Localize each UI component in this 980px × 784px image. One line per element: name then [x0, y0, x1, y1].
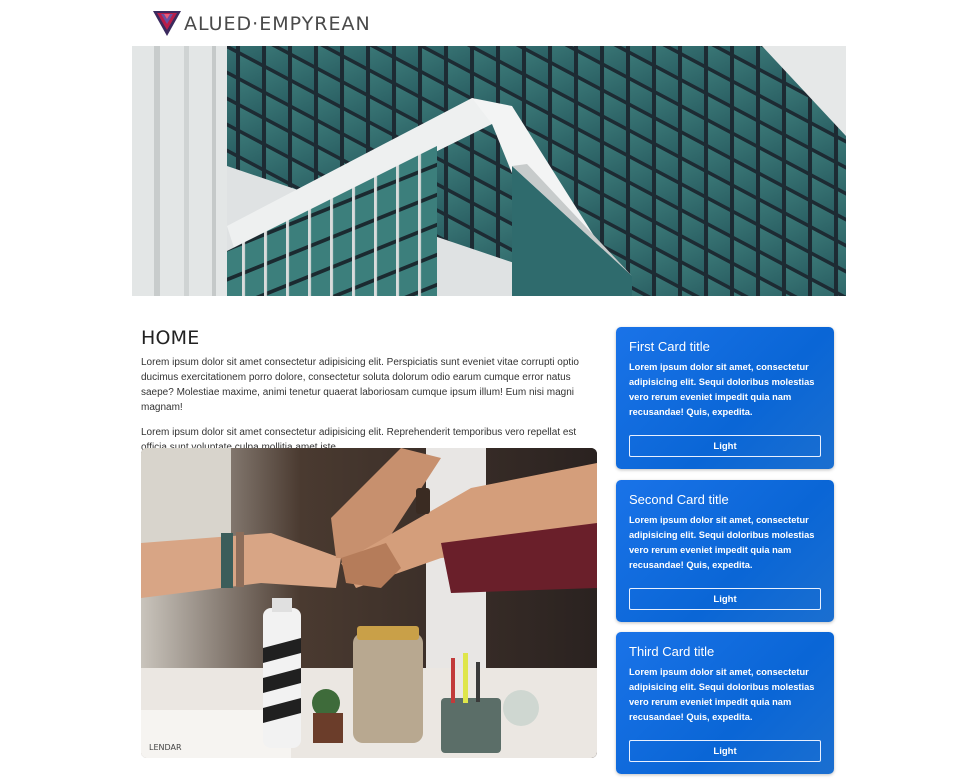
card-title: Second Card title: [629, 492, 729, 507]
card-2-light-button[interactable]: Light: [629, 588, 821, 610]
brand-name: ALUED·EMPYREAN: [184, 12, 371, 35]
card-text: Lorem ipsum dolor sit amet, consectetur …: [629, 515, 815, 570]
card-text: Lorem ipsum dolor sit amet, consectetur …: [629, 362, 815, 417]
logo-mark-icon: [153, 11, 181, 36]
card-3: Third Card title Lorem ipsum dolor sit a…: [616, 632, 834, 774]
page-title: HOME: [141, 327, 200, 349]
card-1: First Card title Lorem ipsum dolor sit a…: [616, 327, 834, 469]
team-photo: LENDAR: [141, 448, 597, 758]
brand-logo[interactable]: ALUED·EMPYREAN: [152, 8, 371, 38]
main-content: HOME Lorem ipsum dolor sit amet consecte…: [141, 322, 601, 758]
photo-calendar-text: LENDAR: [149, 743, 182, 752]
intro-paragraph: Lorem ipsum dolor sit amet consectetur a…: [141, 357, 579, 413]
card-title: First Card title: [629, 339, 710, 354]
card-1-light-button[interactable]: Light: [629, 435, 821, 457]
card-title: Third Card title: [629, 644, 715, 659]
card-text: Lorem ipsum dolor sit amet, consectetur …: [629, 667, 815, 722]
site-header: ALUED·EMPYREAN: [132, 0, 846, 46]
card-2: Second Card title Lorem ipsum dolor sit …: [616, 480, 834, 622]
card-3-light-button[interactable]: Light: [629, 740, 821, 762]
hero-image: [132, 46, 846, 296]
